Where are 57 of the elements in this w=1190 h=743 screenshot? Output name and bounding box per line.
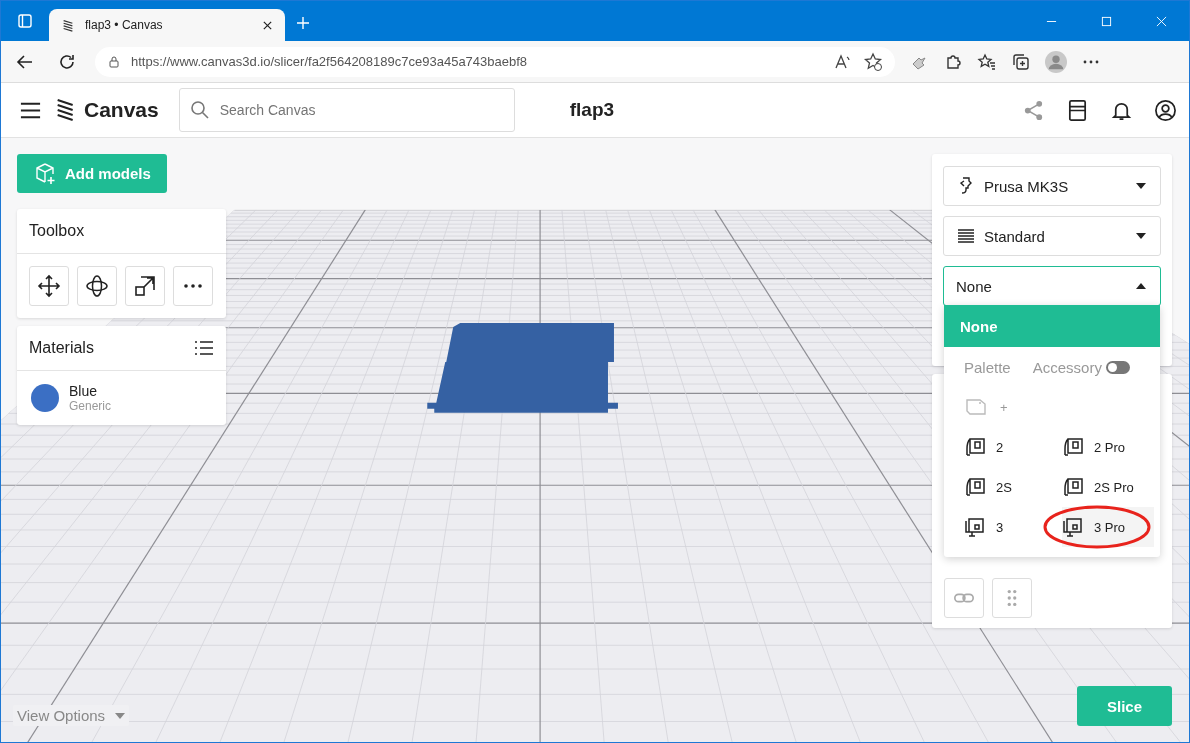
model-drawing[interactable] (427, 323, 618, 413)
favorite-add-icon[interactable] (863, 51, 883, 72)
toggle-label: Accessory (1032, 358, 1102, 376)
select-field[interactable]: Prusa MK3S (943, 166, 1161, 206)
palette-device-icon (964, 437, 986, 457)
rotate-icon (85, 274, 109, 298)
material-item[interactable]: Blue Generic (17, 371, 226, 425)
stack-logo-icon (56, 96, 76, 124)
profile-avatar-icon[interactable] (1045, 50, 1067, 73)
menu-option[interactable]: 2 Pro (1062, 427, 1160, 467)
new-tab-icon[interactable] (295, 15, 311, 31)
scale-tool-button[interactable] (125, 266, 165, 306)
caret-icon (115, 712, 126, 719)
more-icon (184, 284, 202, 288)
brand-name: Canvas (84, 98, 159, 122)
menu-option[interactable]: 2S Pro (1062, 467, 1160, 507)
palette-device-icon (964, 517, 986, 537)
scale-icon (133, 274, 157, 298)
menu-option[interactable]: 3 (964, 507, 1062, 547)
palette-device-icon (964, 477, 986, 497)
select-field[interactable]: Standard (943, 216, 1161, 256)
cube-plus-icon (33, 161, 57, 186)
caret-icon (1136, 233, 1146, 239)
document-title: flap3 (569, 99, 615, 121)
share-icon[interactable] (1022, 98, 1045, 122)
panel-title: Materials (29, 339, 94, 357)
layers-icon (956, 226, 976, 246)
palette-device-icon (1062, 477, 1084, 497)
menu-option[interactable]: 2S (964, 467, 1062, 507)
material-type: Generic (69, 399, 112, 413)
accessory-toggle[interactable] (1105, 360, 1130, 374)
palette-device-icon (1062, 437, 1084, 457)
list-icon[interactable] (194, 338, 214, 358)
close-icon[interactable] (262, 19, 273, 31)
search-field[interactable]: Search Canvas (178, 88, 515, 132)
search-icon (189, 100, 210, 120)
move-icon (37, 274, 61, 298)
caret-icon (1136, 183, 1146, 189)
palette-device-icon (1062, 517, 1084, 537)
menu-option[interactable]: 2 (964, 427, 1062, 467)
more-tools-button[interactable] (173, 266, 213, 306)
panel-title: Toolbox (29, 222, 85, 240)
caret-icon (1136, 283, 1146, 289)
move-tool-button[interactable] (29, 266, 69, 306)
account-icon[interactable] (1154, 98, 1177, 122)
stack-logo-icon (61, 18, 75, 32)
lock-icon (107, 54, 121, 69)
drag-handle-button[interactable] (992, 578, 1032, 618)
collections-icon[interactable] (1011, 51, 1031, 72)
browser-tab[interactable]: flap3 • Canvas (49, 9, 285, 41)
material-name: Blue (69, 383, 99, 399)
maximize-icon[interactable] (1101, 16, 1112, 27)
tab-actions-icon[interactable] (17, 13, 33, 29)
rotate-tool-button[interactable] (77, 266, 117, 306)
address-bar[interactable]: https://www.canvas3d.io/slicer/fa2f564208189c7ce93a45a743baebf8 (95, 46, 895, 77)
layers-icon[interactable] (1066, 98, 1089, 122)
section-label: Palette (964, 358, 1011, 376)
